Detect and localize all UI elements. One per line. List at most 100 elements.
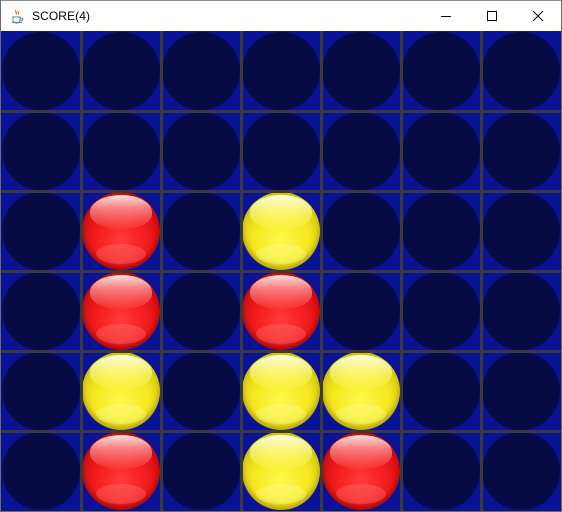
piece-glow: [96, 324, 146, 344]
piece-glow: [336, 404, 386, 424]
empty-slot: [402, 272, 480, 350]
empty-slot: [402, 192, 480, 270]
board-cell-r2-c1[interactable]: [1, 111, 81, 191]
board-cell-r1-c6[interactable]: [401, 31, 481, 111]
board-cell-r5-c2[interactable]: [81, 351, 161, 431]
board-cell-r5-c5[interactable]: [321, 351, 401, 431]
board-cell-r4-c4[interactable]: [241, 271, 321, 351]
empty-slot: [242, 112, 320, 190]
board-cell-r6-c1[interactable]: [1, 431, 81, 511]
empty-slot: [2, 432, 80, 510]
board-cell-r4-c2[interactable]: [81, 271, 161, 351]
maximize-button[interactable]: [469, 1, 515, 31]
board-cell-r2-c3[interactable]: [161, 111, 241, 191]
piece-highlight: [90, 195, 152, 229]
empty-slot: [402, 112, 480, 190]
game-board[interactable]: [1, 31, 561, 511]
grid-line-horizontal: [1, 430, 561, 433]
board-cell-r2-c5[interactable]: [321, 111, 401, 191]
red-game-piece: [322, 432, 400, 510]
board-cell-r3-c1[interactable]: [1, 191, 81, 271]
title-bar[interactable]: SCORE(4): [1, 1, 561, 31]
board-cell-r2-c6[interactable]: [401, 111, 481, 191]
piece-glow: [256, 324, 306, 344]
board-cell-r4-c1[interactable]: [1, 271, 81, 351]
piece-highlight: [330, 435, 392, 469]
board-cell-r1-c1[interactable]: [1, 31, 81, 111]
board-cell-r6-c3[interactable]: [161, 431, 241, 511]
piece-highlight: [250, 195, 312, 229]
empty-slot: [402, 352, 480, 430]
yellow-game-piece: [82, 352, 160, 430]
java-coffee-icon: [12, 9, 24, 24]
board-cell-r4-c5[interactable]: [321, 271, 401, 351]
empty-slot: [322, 192, 400, 270]
board-cell-r6-c6[interactable]: [401, 431, 481, 511]
empty-slot: [162, 192, 240, 270]
yellow-game-piece: [242, 192, 320, 270]
empty-slot: [322, 32, 400, 110]
board-cell-r6-c2[interactable]: [81, 431, 161, 511]
board-cell-r6-c5[interactable]: [321, 431, 401, 511]
yellow-game-piece: [242, 352, 320, 430]
board-cell-r1-c2[interactable]: [81, 31, 161, 111]
board-cell-r3-c7[interactable]: [481, 191, 561, 271]
game-window: SCORE(4): [0, 0, 562, 512]
board-cell-r5-c1[interactable]: [1, 351, 81, 431]
empty-slot: [482, 192, 560, 270]
grid-line-horizontal: [1, 350, 561, 353]
board-cell-r4-c7[interactable]: [481, 271, 561, 351]
empty-slot: [2, 272, 80, 350]
board-cell-r3-c3[interactable]: [161, 191, 241, 271]
piece-glow: [96, 244, 146, 264]
empty-slot: [322, 112, 400, 190]
board-cell-r4-c6[interactable]: [401, 271, 481, 351]
close-button[interactable]: [515, 1, 561, 31]
piece-glow: [256, 404, 306, 424]
piece-glow: [256, 244, 306, 264]
board-cell-r3-c4[interactable]: [241, 191, 321, 271]
board-cell-r5-c7[interactable]: [481, 351, 561, 431]
empty-slot: [242, 32, 320, 110]
board-cell-r3-c6[interactable]: [401, 191, 481, 271]
board-cell-r6-c4[interactable]: [241, 431, 321, 511]
piece-highlight: [90, 435, 152, 469]
empty-slot: [482, 352, 560, 430]
yellow-game-piece: [322, 352, 400, 430]
grid-line-horizontal: [1, 270, 561, 273]
grid-line-horizontal: [1, 190, 561, 193]
piece-glow: [96, 404, 146, 424]
empty-slot: [402, 432, 480, 510]
board-cell-r5-c4[interactable]: [241, 351, 321, 431]
grid-line-horizontal: [1, 110, 561, 113]
piece-highlight: [250, 355, 312, 389]
board-cell-r5-c3[interactable]: [161, 351, 241, 431]
red-game-piece: [82, 272, 160, 350]
board-cell-r3-c2[interactable]: [81, 191, 161, 271]
empty-slot: [482, 272, 560, 350]
piece-glow: [256, 484, 306, 504]
empty-slot: [482, 432, 560, 510]
empty-slot: [162, 112, 240, 190]
board-cell-r5-c6[interactable]: [401, 351, 481, 431]
board-cell-r1-c5[interactable]: [321, 31, 401, 111]
minimize-button[interactable]: [423, 1, 469, 31]
empty-slot: [2, 352, 80, 430]
minimize-icon: [441, 16, 451, 17]
empty-slot: [162, 352, 240, 430]
board-cell-r1-c3[interactable]: [161, 31, 241, 111]
piece-highlight: [250, 435, 312, 469]
board-cell-r2-c2[interactable]: [81, 111, 161, 191]
window-title: SCORE(4): [32, 9, 91, 23]
close-icon: [532, 10, 544, 22]
board-cell-r4-c3[interactable]: [161, 271, 241, 351]
board-cell-r2-c7[interactable]: [481, 111, 561, 191]
board-cell-r1-c7[interactable]: [481, 31, 561, 111]
yellow-game-piece: [242, 432, 320, 510]
board-cell-r6-c7[interactable]: [481, 431, 561, 511]
empty-slot: [82, 112, 160, 190]
board-cell-r3-c5[interactable]: [321, 191, 401, 271]
board-cell-r2-c4[interactable]: [241, 111, 321, 191]
empty-slot: [82, 32, 160, 110]
board-cell-r1-c4[interactable]: [241, 31, 321, 111]
